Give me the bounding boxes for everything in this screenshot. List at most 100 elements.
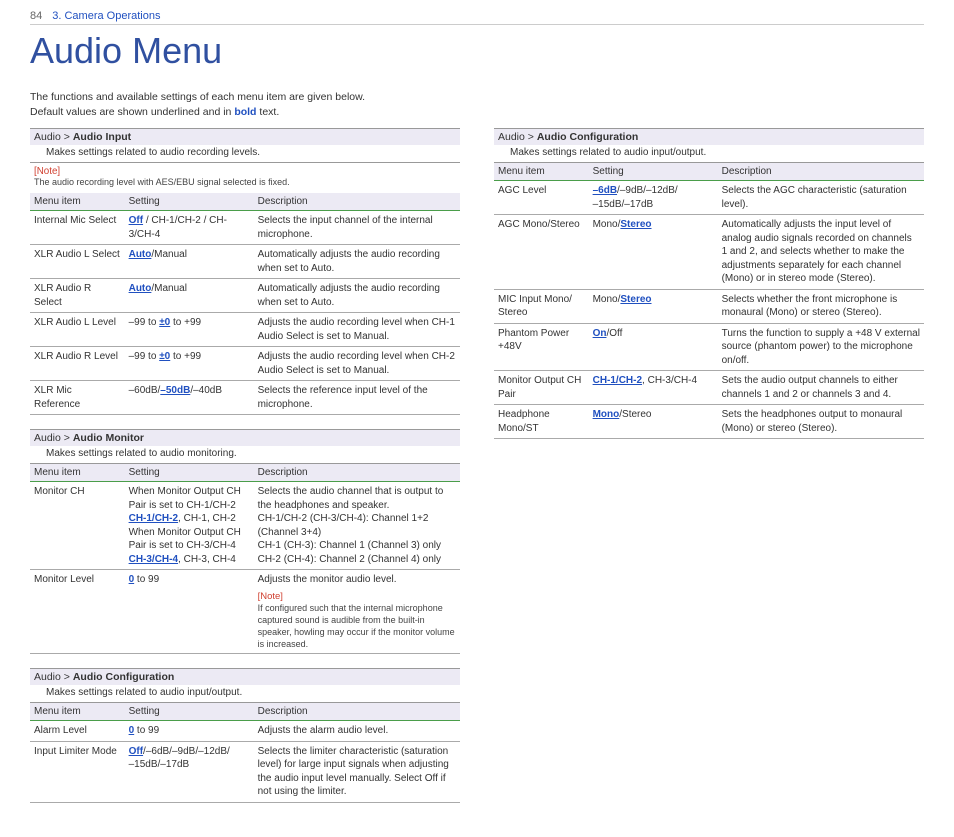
- page-header: 84 3. Camera Operations: [30, 10, 924, 25]
- col-description: Description: [254, 464, 460, 482]
- table-row: XLR Audio L Level–99 to ±0 to +99Adjusts…: [30, 313, 460, 347]
- cell-item: AGC Mono/Stereo: [494, 215, 589, 290]
- col-description: Description: [254, 193, 460, 211]
- table-header-row: Menu item Setting Description: [30, 703, 460, 721]
- cell-setting: On/Off: [589, 323, 718, 371]
- intro-line-1: The functions and available settings of …: [30, 90, 924, 105]
- col-menu-item: Menu item: [30, 464, 125, 482]
- block-title: Audio > Audio Configuration: [30, 668, 460, 685]
- intro-text: The functions and available settings of …: [30, 90, 924, 120]
- left-column: Audio > Audio Input Makes settings relat…: [30, 128, 460, 816]
- cell-item: Headphone Mono/ST: [494, 405, 589, 439]
- intro-line-2: Default values are shown underlined and …: [30, 105, 924, 120]
- col-setting: Setting: [589, 163, 718, 181]
- audio-config-left-table: Menu item Setting Description Alarm Leve…: [30, 703, 460, 803]
- col-description: Description: [254, 703, 460, 721]
- audio-config-right-table: Menu item Setting Description AGC Level–…: [494, 163, 924, 439]
- table-row: XLR Mic Reference–60dB/–50dB/–40dBSelect…: [30, 381, 460, 415]
- cell-desc: Automatically adjusts the input level of…: [718, 215, 924, 290]
- cell-desc: Adjusts the audio recording level when C…: [254, 347, 460, 381]
- cell-setting: Off / CH-1/CH-2 / CH-3/CH-4: [125, 211, 254, 245]
- cell-setting: 0 to 99: [125, 570, 254, 654]
- table-header-row: Menu item Setting Description: [30, 464, 460, 482]
- table-row: XLR Audio R Level–99 to ±0 to +99Adjusts…: [30, 347, 460, 381]
- note-label: [Note]: [30, 166, 460, 177]
- table-row: Headphone Mono/STMono/StereoSets the hea…: [494, 405, 924, 439]
- cell-setting: –6dB/–9dB/–12dB/–15dB/–17dB: [589, 181, 718, 215]
- cell-setting: When Monitor Output CH Pair is set to CH…: [125, 482, 254, 570]
- cell-desc: Selects the input channel of the interna…: [254, 211, 460, 245]
- page: 84 3. Camera Operations Audio Menu The f…: [0, 0, 954, 837]
- block-subtitle: Makes settings related to audio input/ou…: [494, 145, 924, 163]
- table-row: Internal Mic SelectOff / CH-1/CH-2 / CH-…: [30, 211, 460, 245]
- cell-item: Monitor Level: [30, 570, 125, 654]
- cell-setting: Mono/Stereo: [589, 215, 718, 290]
- cell-desc: Adjusts the monitor audio level. [Note] …: [254, 570, 460, 654]
- col-menu-item: Menu item: [30, 193, 125, 211]
- table-row: XLR Audio L SelectAuto/ManualAutomatical…: [30, 245, 460, 279]
- cell-desc: Turns the function to supply a +48 V ext…: [718, 323, 924, 371]
- audio-monitor-table: Menu item Setting Description Monitor CH…: [30, 464, 460, 654]
- table-row: Monitor Output CH PairCH-1/CH-2, CH-3/CH…: [494, 371, 924, 405]
- page-title: Audio Menu: [30, 30, 924, 72]
- cell-desc: Sets the audio output channels to either…: [718, 371, 924, 405]
- table-row: AGC Mono/StereoMono/StereoAutomatically …: [494, 215, 924, 290]
- cell-desc: Adjusts the alarm audio level.: [254, 721, 460, 742]
- table-row: Phantom Power +48VOn/OffTurns the functi…: [494, 323, 924, 371]
- cell-item: Monitor CH: [30, 482, 125, 570]
- two-column-layout: Audio > Audio Input Makes settings relat…: [30, 128, 924, 816]
- cell-setting: Auto/Manual: [125, 245, 254, 279]
- table-row: Monitor Level 0 to 99 Adjusts the monito…: [30, 570, 460, 654]
- note-text: The audio recording level with AES/EBU s…: [30, 177, 460, 189]
- table-row: Monitor CH When Monitor Output CH Pair i…: [30, 482, 460, 570]
- block-subtitle: Makes settings related to audio monitori…: [30, 446, 460, 464]
- cell-desc: Selects the audio channel that is output…: [254, 482, 460, 570]
- audio-config-left-block: Audio > Audio Configuration Makes settin…: [30, 668, 460, 803]
- audio-monitor-block: Audio > Audio Monitor Makes settings rel…: [30, 429, 460, 654]
- block-subtitle: Makes settings related to audio recordin…: [30, 145, 460, 163]
- cell-setting: –99 to ±0 to +99: [125, 313, 254, 347]
- table-row: Alarm Level0 to 99Adjusts the alarm audi…: [30, 721, 460, 742]
- cell-setting: –60dB/–50dB/–40dB: [125, 381, 254, 415]
- table-row: AGC Level–6dB/–9dB/–12dB/–15dB/–17dBSele…: [494, 181, 924, 215]
- cell-item: XLR Audio R Level: [30, 347, 125, 381]
- table-row: MIC Input Mono/StereoMono/StereoSelects …: [494, 289, 924, 323]
- block-title: Audio > Audio Configuration: [494, 128, 924, 145]
- cell-setting: Off/–6dB/–9dB/–12dB/–15dB/–17dB: [125, 741, 254, 802]
- section-breadcrumb[interactable]: 3. Camera Operations: [52, 10, 160, 22]
- cell-desc: Selects whether the front microphone is …: [718, 289, 924, 323]
- col-menu-item: Menu item: [494, 163, 589, 181]
- block-title: Audio > Audio Monitor: [30, 429, 460, 446]
- cell-desc: Automatically adjusts the audio recordin…: [254, 279, 460, 313]
- page-number: 84: [30, 10, 42, 22]
- col-setting: Setting: [125, 464, 254, 482]
- table-row: XLR Audio R SelectAuto/ManualAutomatical…: [30, 279, 460, 313]
- cell-item: XLR Mic Reference: [30, 381, 125, 415]
- block-title: Audio > Audio Input: [30, 128, 460, 145]
- cell-desc: Selects the limiter characteristic (satu…: [254, 741, 460, 802]
- cell-desc: Selects the reference input level of the…: [254, 381, 460, 415]
- cell-item: Monitor Output CH Pair: [494, 371, 589, 405]
- col-setting: Setting: [125, 703, 254, 721]
- right-column: Audio > Audio Configuration Makes settin…: [494, 128, 924, 816]
- cell-item: XLR Audio R Select: [30, 279, 125, 313]
- cell-item: XLR Audio L Select: [30, 245, 125, 279]
- cell-setting: Auto/Manual: [125, 279, 254, 313]
- cell-setting: 0 to 99: [125, 721, 254, 742]
- cell-desc: Automatically adjusts the audio recordin…: [254, 245, 460, 279]
- cell-item: MIC Input Mono/Stereo: [494, 289, 589, 323]
- cell-setting: –99 to ±0 to +99: [125, 347, 254, 381]
- cell-item: Alarm Level: [30, 721, 125, 742]
- audio-config-right-block: Audio > Audio Configuration Makes settin…: [494, 128, 924, 439]
- table-header-row: Menu item Setting Description: [494, 163, 924, 181]
- cell-item: Internal Mic Select: [30, 211, 125, 245]
- cell-setting: Mono/Stereo: [589, 289, 718, 323]
- cell-setting: CH-1/CH-2, CH-3/CH-4: [589, 371, 718, 405]
- col-setting: Setting: [125, 193, 254, 211]
- cell-desc: Selects the AGC characteristic (saturati…: [718, 181, 924, 215]
- audio-input-block: Audio > Audio Input Makes settings relat…: [30, 128, 460, 415]
- table-header-row: Menu item Setting Description: [30, 193, 460, 211]
- cell-setting: Mono/Stereo: [589, 405, 718, 439]
- audio-input-table: Menu item Setting Description Internal M…: [30, 193, 460, 415]
- cell-item: Phantom Power +48V: [494, 323, 589, 371]
